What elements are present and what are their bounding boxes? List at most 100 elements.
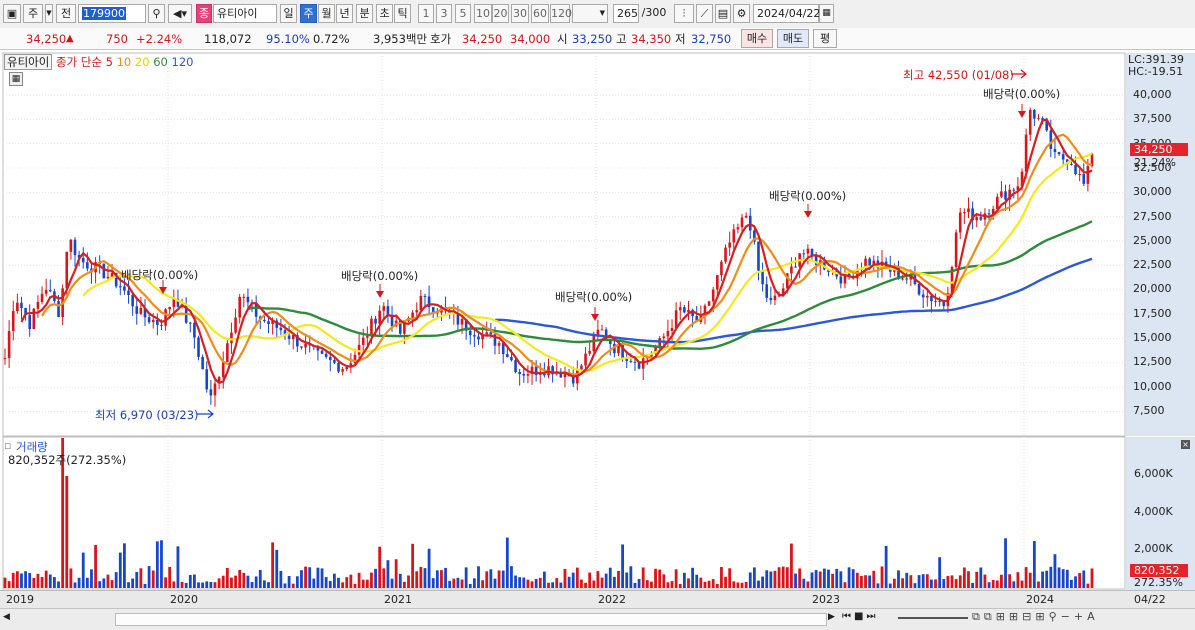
calendar-icon[interactable]: ▦ [819, 4, 834, 23]
range-button-7[interactable]: 120 [550, 4, 572, 23]
period-button-1[interactable]: 주 [300, 4, 317, 23]
period-button-3[interactable]: 년 [336, 4, 353, 23]
search-icon[interactable]: ⚲ [148, 4, 165, 23]
volume-bar [958, 575, 962, 588]
volume-bar [444, 567, 447, 588]
buy-button[interactable]: 매수 [741, 29, 773, 48]
candle-type-icon[interactable]: ⫶ [674, 4, 694, 23]
range-button-2[interactable]: 5 [455, 4, 471, 23]
volume-bar [374, 568, 377, 588]
candle-body [497, 342, 501, 346]
volume-bar [304, 566, 307, 588]
year-label: 2019 [6, 593, 34, 606]
volume-bar [118, 552, 122, 588]
volume-value: 118,072 [204, 32, 252, 46]
sell-button[interactable]: 매도 [777, 29, 809, 48]
view-tools[interactable]: ⧉⧉⊞⊞⊟⊞⚲−+A [972, 610, 1099, 624]
candle-body [1074, 164, 1077, 175]
range-dropdown[interactable]: ▼ [572, 4, 608, 23]
candle-body [473, 335, 476, 337]
volume-bar [542, 571, 546, 588]
volume-bar [468, 583, 472, 588]
chart-menu-icon[interactable]: ▣ [3, 4, 21, 23]
candle-body [580, 365, 583, 370]
playback-controls[interactable]: ⏮■⏭ [842, 611, 878, 622]
legend-stock-name[interactable]: 유티아이 [4, 54, 53, 70]
sound-icon[interactable]: ◀▾ [168, 4, 192, 23]
volume-bar [332, 573, 336, 588]
scroll-left-icon[interactable]: ◀ [3, 612, 10, 622]
candle-body [65, 251, 69, 289]
draw-tool-icon[interactable]: ⟋ [696, 4, 713, 23]
range-button-6[interactable]: 60 [531, 4, 549, 23]
volume-panel [2, 436, 1126, 590]
ask-price: 34,250 [462, 32, 503, 46]
period-button-4[interactable]: 분 [356, 4, 373, 23]
range-button-4[interactable]: 20 [492, 4, 509, 23]
volume-bar [147, 566, 151, 588]
count-input[interactable]: 265 [613, 4, 639, 23]
volume-bar [798, 568, 802, 588]
save-icon[interactable]: ▤ [715, 4, 731, 23]
volume-bar [102, 578, 106, 588]
volume-bar [633, 582, 637, 588]
range-button-0[interactable]: 1 [418, 4, 434, 23]
date-input[interactable]: 2024/04/22 [753, 4, 820, 23]
scroll-thumb[interactable] [115, 613, 827, 626]
volume-bar [625, 572, 629, 588]
volume-bar [386, 560, 390, 588]
eval-button[interactable]: 평 [813, 29, 837, 48]
settings-gear-icon[interactable]: ⚙ [733, 4, 750, 23]
volume-bar [584, 582, 587, 588]
zoom-slider[interactable] [898, 617, 968, 619]
period-button-6[interactable]: 틱 [394, 4, 411, 23]
candle-body [423, 295, 427, 297]
chart-scrollbar[interactable]: ◀ ▶ ⏮■⏭ ⧉⧉⊞⊞⊟⊞⚲−+A [0, 608, 1195, 630]
period-button-0[interactable]: 일 [280, 4, 297, 23]
volume-bar [349, 574, 353, 588]
volume-bar [407, 575, 410, 588]
candle-body [337, 362, 340, 372]
range-button-1[interactable]: 3 [436, 4, 452, 23]
scroll-right-icon[interactable]: ▶ [828, 612, 835, 622]
volume-bar [621, 544, 625, 588]
period-button-5[interactable]: 초 [376, 4, 393, 23]
range-button-5[interactable]: 30 [511, 4, 529, 23]
bid-ask-label: 호가 [430, 32, 452, 46]
volume-bar [724, 576, 727, 588]
stock-chart[interactable] [0, 50, 1195, 629]
table-toggle-icon[interactable]: ▦ [9, 72, 23, 86]
stock-name-field[interactable]: 유티아이 [213, 4, 277, 23]
volume-bar [600, 577, 604, 588]
volume-bar [810, 572, 814, 588]
period-button-2[interactable]: 월 [318, 4, 335, 23]
candle-body [995, 196, 999, 209]
candle-body [11, 311, 15, 332]
volume-bar [151, 570, 155, 588]
market-dropdown-icon[interactable]: ▼ [45, 4, 53, 23]
volume-bar [431, 578, 435, 588]
range-button-3[interactable]: 10 [474, 4, 492, 23]
volume-bar [538, 577, 542, 588]
candle-body [28, 315, 32, 330]
candle-body [802, 253, 806, 255]
volume-bar [205, 581, 209, 588]
volume-tick-label: 6,000K [1134, 467, 1173, 480]
volume-bar [415, 571, 419, 588]
volume-bar [44, 570, 48, 588]
stock-code-input[interactable]: 179900 [78, 4, 146, 23]
candle-body [979, 217, 983, 220]
prev-button[interactable]: 전 [56, 4, 76, 23]
volume-bar [242, 572, 246, 588]
candle-body [341, 369, 344, 372]
volume-bar [230, 577, 233, 588]
current-pct-axis-label: 21.24% [1134, 156, 1176, 169]
volume-bar [938, 557, 942, 588]
candle-body [419, 295, 423, 311]
candle-body [127, 290, 130, 295]
candle-body [868, 258, 871, 266]
market-type-button[interactable]: 주 [23, 4, 43, 23]
volume-bar [291, 583, 295, 588]
volume-close-icon[interactable]: × [1181, 440, 1190, 449]
candle-body [221, 361, 225, 378]
